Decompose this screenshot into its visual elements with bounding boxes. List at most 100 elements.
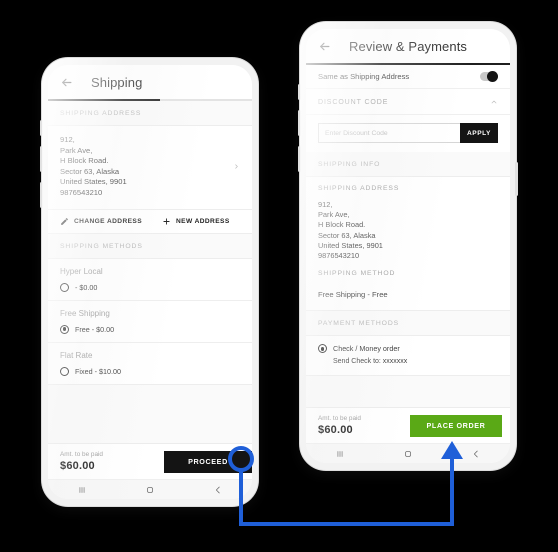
shipping-method-value-row: Free Shipping - Free [306,277,510,311]
payment-methods-label: PAYMENT METHODS [306,311,510,336]
page-title: Shipping [91,74,143,90]
shipping-methods-label: SHIPPING METHODS [48,233,252,258]
address-line: 9876543210 [60,187,103,197]
payment-instructions: Send Check to: xxxxxxx [333,358,408,366]
shipping-method-label: SHIPPING METHOD [318,270,396,278]
device-side-button [298,84,301,100]
device-side-button [40,120,43,136]
address-line: Park Ave, [318,210,350,220]
device-power-button [515,162,518,196]
method-radio-row[interactable]: - $0.00 [60,282,240,292]
same-as-shipping-row[interactable]: Same as Shipping Address [306,65,510,89]
chevron-right-icon[interactable] [233,163,240,170]
amount-value: $60.00 [60,460,95,472]
chevron-up-icon[interactable] [490,98,498,106]
shipping-methods-card: Hyper Local - $0.00 Free Shipping Free -… [48,257,252,385]
method-option-label: Free - $0.00 [75,324,115,334]
address-line: United States, 9901 [318,240,383,250]
radio-button[interactable] [60,366,69,376]
change-address-label: CHANGE ADDRESS [74,217,143,225]
method-option-label: - $0.00 [75,282,98,292]
payment-option-row[interactable]: Check / Money order Send Check to: xxxxx… [306,336,510,376]
android-navbar [48,479,252,499]
address-row[interactable]: 912, Park Ave, H Block Road. Sector 63, … [48,126,252,209]
shipping-footer: Amt. to be paid $60.00 PROCEED [48,443,252,479]
shipping-method-item[interactable]: Flat Rate Fixed - $10.00 [48,343,252,384]
address-line: Park Ave, [60,145,93,155]
apply-discount-button[interactable]: APPLY [460,123,498,143]
amount-value: $60.00 [318,424,353,436]
payment-methods-card: Check / Money order Send Check to: xxxxx… [306,335,510,377]
shipping-header: Shipping [48,65,252,99]
address-line: United States, 9901 [60,177,127,187]
pencil-icon [61,217,68,225]
review-body[interactable]: Same as Shipping Address DISCOUNT CODE A… [306,65,510,407]
proceed-button[interactable]: PROCEED [164,450,252,473]
address-line: 912, [318,200,333,209]
shipping-info-card: SHIPPING ADDRESS 912, Park Ave, H Block … [306,176,510,312]
device-volume-up-button [298,110,301,136]
address-line: 9876543210 [318,251,360,261]
review-header: Review & Payments [306,29,510,63]
discount-code-input[interactable] [318,123,460,143]
radio-button-selected[interactable] [60,324,69,334]
recents-icon[interactable] [335,449,345,459]
new-address-label: NEW ADDRESS [176,217,230,225]
address-line: H Block Road. [318,220,366,230]
amount-block: Amt. to be paid $60.00 [318,415,361,436]
android-navbar [306,443,510,463]
discount-code-row: APPLY [306,115,510,152]
device-volume-up-button [40,146,43,172]
new-address-button[interactable]: NEW ADDRESS [162,217,230,226]
recents-icon[interactable] [77,485,87,495]
screenshot-stage: Shipping SHIPPING ADDRESS 912, Park Ave,… [0,0,558,552]
amount-label: Amt. to be paid [318,415,361,422]
arrow-left-icon[interactable] [60,76,73,89]
review-payments-screen: Review & Payments Same as Shipping Addre… [306,29,510,463]
radio-button-selected[interactable] [318,344,327,354]
change-address-button[interactable]: CHANGE ADDRESS [60,217,162,226]
method-name: Free Shipping [60,308,110,318]
review-address-block: 912, Park Ave, H Block Road. Sector 63, … [306,192,510,271]
shipping-info-label: SHIPPING INFO [306,152,510,176]
method-radio-row[interactable]: Free - $0.00 [60,324,240,334]
plus-icon [163,217,170,225]
page-title: Review & Payments [349,38,468,54]
shipping-address-label: SHIPPING ADDRESS [318,185,400,192]
address-actions: CHANGE ADDRESS NEW ADDRESS [48,208,252,233]
shipping-screen: Shipping SHIPPING ADDRESS 912, Park Ave,… [48,65,252,499]
payment-option-label: Check / Money order [333,344,400,354]
shipping-address-card[interactable]: 912, Park Ave, H Block Road. Sector 63, … [48,125,252,234]
payment-radio-row[interactable]: Check / Money order [318,344,498,354]
same-as-shipping-toggle[interactable] [480,71,498,82]
radio-button[interactable] [60,282,69,292]
method-name: Flat Rate [60,350,93,360]
chevron-left-icon[interactable] [213,485,223,495]
shipping-body[interactable]: SHIPPING ADDRESS 912, Park Ave, H Block … [48,101,252,443]
phone-device-shipping: Shipping SHIPPING ADDRESS 912, Park Ave,… [40,58,258,506]
chevron-left-icon[interactable] [471,449,481,459]
address-line: 912, [60,135,75,144]
amount-label: Amt. to be paid [60,451,103,458]
shipping-method-item[interactable]: Hyper Local - $0.00 [48,259,252,301]
device-volume-down-button [40,182,43,208]
discount-code-accordion-header[interactable]: DISCOUNT CODE [306,89,510,115]
shipping-address-label: SHIPPING ADDRESS [48,101,252,125]
shipping-method-item[interactable]: Free Shipping Free - $0.00 [48,301,252,343]
address-lines: 912, Park Ave, H Block Road. Sector 63, … [60,135,233,199]
address-line: Sector 63, Alaska [60,166,120,176]
device-volume-down-button [298,146,301,172]
phone-device-review: Review & Payments Same as Shipping Addre… [298,22,518,470]
place-order-button[interactable]: PLACE ORDER [410,414,502,437]
method-name: Hyper Local [60,266,103,276]
method-option-label: Fixed - $10.00 [75,366,121,376]
arrow-left-icon[interactable] [318,40,331,53]
home-circle-icon[interactable] [145,485,155,495]
method-radio-row[interactable]: Fixed - $10.00 [60,366,240,376]
same-as-shipping-label: Same as Shipping Address [318,72,410,81]
home-circle-icon[interactable] [403,449,413,459]
shipping-method-value: Free Shipping - Free [318,290,388,300]
address-line: Sector 63, Alaska [318,230,376,240]
discount-code-label: DISCOUNT CODE [318,98,389,106]
address-line: H Block Road. [60,156,109,166]
